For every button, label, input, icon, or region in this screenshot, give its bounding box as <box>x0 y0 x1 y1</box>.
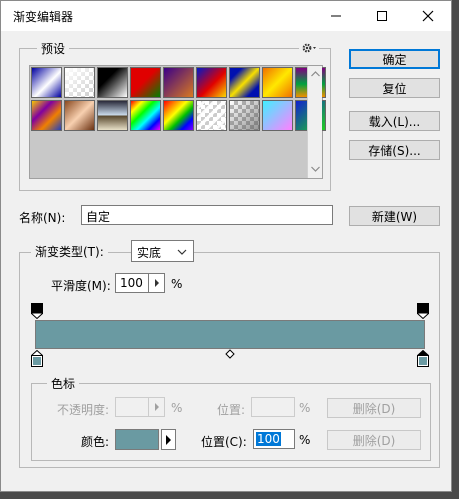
preset-swatch-blue-red-yellow[interactable] <box>196 67 227 98</box>
preset-settings-button[interactable] <box>299 41 319 55</box>
minimize-icon <box>331 15 341 17</box>
preset-swatch-neutral-density[interactable] <box>229 100 260 131</box>
preset-swatch-black-white[interactable] <box>97 67 128 98</box>
preset-swatch-violet-orange[interactable] <box>163 67 194 98</box>
opacity-unit: % <box>171 401 183 415</box>
presets-label: 预设 <box>37 40 70 57</box>
new-button[interactable]: 新建(W) <box>349 206 440 226</box>
opacity-stop-right[interactable] <box>417 303 429 319</box>
minimize-button[interactable] <box>313 1 359 31</box>
preset-swatch-yellow-violet-orange-blue[interactable] <box>31 100 62 131</box>
opacity-label: 不透明度: <box>57 403 110 417</box>
name-label: 名称(N): <box>19 211 66 225</box>
color-stop-left[interactable] <box>31 350 43 367</box>
ok-button[interactable]: 确定 <box>349 49 440 69</box>
gradient-type-select[interactable]: 实底 <box>131 240 194 262</box>
window-title: 渐变编辑器 <box>13 10 74 24</box>
color-label: 颜色: <box>81 435 110 449</box>
preset-swatch-white-transparent[interactable] <box>64 67 95 98</box>
scroll-up-icon[interactable] <box>308 69 323 79</box>
preset-swatch-orange-yellow-orange[interactable] <box>262 67 293 98</box>
opacity-stop-left[interactable] <box>31 303 43 319</box>
location-unit: % <box>299 433 311 447</box>
delete-opacity-stop-button[interactable]: 删除(D) <box>327 398 421 418</box>
save-button[interactable]: 存储(S)... <box>349 140 440 160</box>
preset-swatch-chrome[interactable] <box>97 100 128 131</box>
play-icon <box>154 279 159 287</box>
color-stop-right-selected[interactable] <box>417 350 429 367</box>
gear-icon <box>302 43 316 53</box>
dialog-body: 预设 确定 复位 载入(L)... 存储(S)... 名称(N): 自定 新建(… <box>1 31 451 491</box>
smoothness-unit: % <box>171 277 183 291</box>
preset-scrollbar[interactable] <box>307 66 322 178</box>
preset-swatch-transparent-stripes[interactable] <box>196 100 227 131</box>
chevron-down-icon <box>177 249 187 255</box>
smoothness-label: 平滑度(M): <box>51 279 111 293</box>
color-menu-button[interactable] <box>161 429 176 450</box>
opacity-location-label: 位置: <box>217 403 246 417</box>
title-bar: 渐变编辑器 <box>1 1 451 31</box>
color-stops-label: 色标 <box>47 375 80 392</box>
midpoint-diamond[interactable] <box>225 349 235 359</box>
gradient-type-value: 实底 <box>137 246 162 260</box>
name-input[interactable]: 自定 <box>81 205 333 225</box>
preset-swatch-grid <box>31 67 326 131</box>
location-label: 位置(C): <box>201 435 247 449</box>
gradient-preview-bar[interactable] <box>35 320 425 349</box>
preset-swatch-copper[interactable] <box>64 100 95 131</box>
reset-button[interactable]: 复位 <box>349 78 440 98</box>
play-icon <box>154 403 159 411</box>
opacity-location-input[interactable] <box>251 397 295 417</box>
preset-swatch-spectrum[interactable] <box>130 100 161 131</box>
delete-color-stop-button[interactable]: 删除(D) <box>327 430 421 450</box>
preset-swatch-transparent-rainbow[interactable] <box>163 100 194 131</box>
gradient-editor-window: 渐变编辑器 预设 确定 复位 载入(L)... 存储(S)... 名称(N): … <box>0 0 452 492</box>
smoothness-input[interactable]: 100 <box>115 273 149 293</box>
gradient-type-label: 渐变类型(T): <box>31 243 108 260</box>
maximize-icon <box>377 11 387 21</box>
location-input[interactable]: 100 <box>253 429 295 449</box>
stop-color-swatch[interactable] <box>115 429 159 450</box>
scroll-down-icon[interactable] <box>308 164 323 174</box>
preset-swatch-blue-yellow-blue[interactable] <box>229 67 260 98</box>
opacity-location-unit: % <box>299 401 311 415</box>
close-icon <box>422 10 434 22</box>
play-icon <box>166 434 171 445</box>
location-value-selected: 100 <box>256 432 281 446</box>
opacity-input[interactable] <box>115 397 149 417</box>
smoothness-stepper[interactable] <box>149 273 165 293</box>
preset-swatch-blue-white[interactable] <box>31 67 62 98</box>
maximize-button[interactable] <box>359 1 405 31</box>
close-button[interactable] <box>405 1 451 31</box>
opacity-stepper[interactable] <box>149 397 165 417</box>
load-button[interactable]: 载入(L)... <box>349 111 440 131</box>
preset-swatch-cyan-pink[interactable] <box>262 100 293 131</box>
preset-swatch-red-green[interactable] <box>130 67 161 98</box>
